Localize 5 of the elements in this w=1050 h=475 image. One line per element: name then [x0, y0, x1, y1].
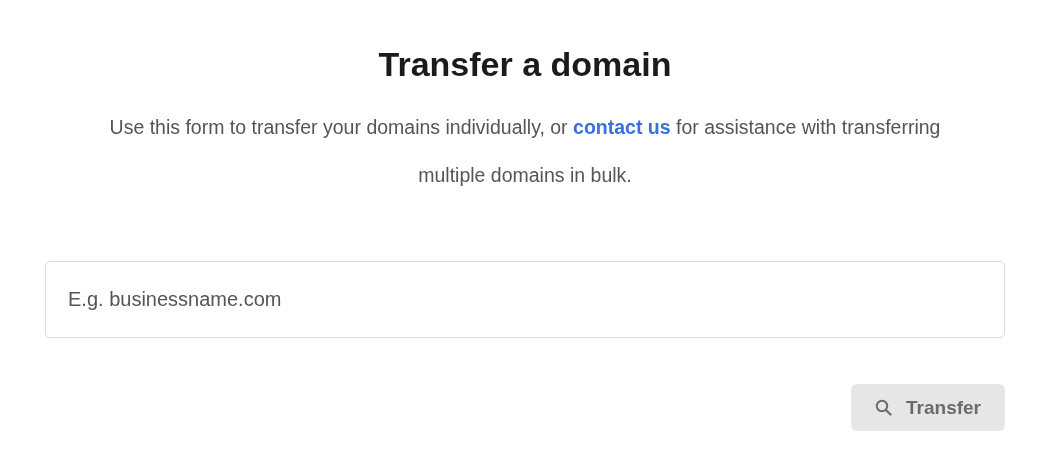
intro-paragraph: Use this form to transfer your domains individually, or contact us for assistance with transferring multiple domains in bulk. [108, 115, 942, 188]
page-title: Transfer a domain [378, 44, 672, 85]
contact-link[interactable]: contact us [573, 116, 671, 138]
domain-input-field[interactable]: E.g. businessname.com [45, 261, 1005, 338]
search-icon [875, 399, 892, 416]
